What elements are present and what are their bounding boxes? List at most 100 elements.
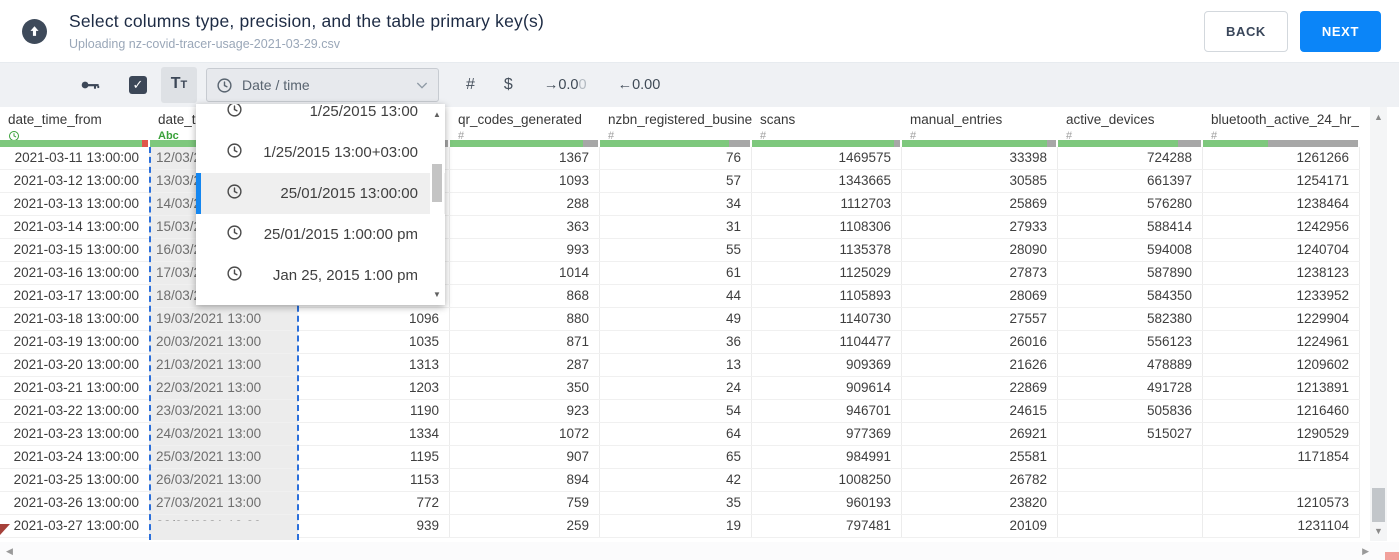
table-cell[interactable]: 907 xyxy=(450,446,600,468)
table-cell[interactable]: 27933 xyxy=(902,216,1058,238)
table-cell[interactable]: 977369 xyxy=(752,423,902,445)
table-cell[interactable]: 35 xyxy=(600,492,752,514)
table-cell[interactable]: 909369 xyxy=(752,354,902,376)
table-cell[interactable]: 594008 xyxy=(1058,239,1203,261)
table-cell[interactable]: 1112703 xyxy=(752,193,902,215)
table-cell[interactable]: 1343665 xyxy=(752,170,902,192)
table-cell[interactable]: 1238123 xyxy=(1203,262,1360,284)
table-cell[interactable]: 894 xyxy=(450,469,600,491)
table-cell[interactable]: 1190 xyxy=(298,400,450,422)
date-format-option[interactable]: Jan 25, 2015 1:00 pm xyxy=(196,255,445,296)
table-cell[interactable]: 1072 xyxy=(450,423,600,445)
table-cell[interactable]: 33398 xyxy=(902,147,1058,169)
date-format-option[interactable]: 1/25/2015 13:00 xyxy=(196,104,445,132)
column-header[interactable]: active_devices # xyxy=(1058,107,1203,140)
table-cell[interactable]: 2021-03-15 13:00:00 xyxy=(0,239,150,261)
table-cell[interactable]: 288 xyxy=(450,193,600,215)
table-cell[interactable]: 27557 xyxy=(902,308,1058,330)
table-cell[interactable]: 49 xyxy=(600,308,752,330)
table-cell[interactable]: 55 xyxy=(600,239,752,261)
table-cell[interactable]: 2021-03-18 13:00:00 xyxy=(0,308,150,330)
table-cell[interactable]: 960193 xyxy=(752,492,902,514)
table-cell[interactable]: 57 xyxy=(600,170,752,192)
table-cell[interactable]: 25581 xyxy=(902,446,1058,468)
table-cell[interactable]: 2021-03-11 13:00:00 xyxy=(0,147,150,169)
table-cell[interactable]: 880 xyxy=(450,308,600,330)
table-cell[interactable] xyxy=(1058,469,1203,491)
table-cell[interactable]: 1104477 xyxy=(752,331,902,353)
table-cell[interactable]: 350 xyxy=(450,377,600,399)
table-cell[interactable]: 1203 xyxy=(298,377,450,399)
table-cell[interactable]: 2021-03-21 13:00:00 xyxy=(0,377,150,399)
table-cell[interactable]: 61 xyxy=(600,262,752,284)
table-cell[interactable]: 2021-03-26 13:00:00 xyxy=(0,492,150,514)
table-cell[interactable]: 2021-03-17 13:00:00 xyxy=(0,285,150,307)
table-cell[interactable]: 588414 xyxy=(1058,216,1203,238)
table-cell[interactable]: 2021-03-23 13:00:00 xyxy=(0,423,150,445)
table-cell[interactable]: 1105893 xyxy=(752,285,902,307)
table-cell[interactable]: 54 xyxy=(600,400,752,422)
table-cell[interactable]: 1290529 xyxy=(1203,423,1360,445)
table-cell[interactable]: 1213891 xyxy=(1203,377,1360,399)
table-cell[interactable]: 661397 xyxy=(1058,170,1203,192)
table-cell[interactable]: 64 xyxy=(600,423,752,445)
scroll-up-icon[interactable]: ▲ xyxy=(1370,112,1387,122)
table-cell[interactable]: 1153 xyxy=(298,469,450,491)
number-type-button[interactable]: # xyxy=(466,76,475,94)
table-cell[interactable]: 2021-03-12 13:00:00 xyxy=(0,170,150,192)
table-cell[interactable]: 939 xyxy=(298,515,450,537)
include-column-checkbox[interactable]: ✓ xyxy=(129,76,147,94)
table-cell[interactable]: 1233952 xyxy=(1203,285,1360,307)
table-cell[interactable]: 23/03/2021 13:00 xyxy=(150,400,298,422)
table-cell[interactable]: 582380 xyxy=(1058,308,1203,330)
scroll-down-icon[interactable]: ▼ xyxy=(1370,526,1387,536)
table-cell[interactable]: 65 xyxy=(600,446,752,468)
table-cell[interactable]: 26016 xyxy=(902,331,1058,353)
column-header[interactable]: qr_codes_generated # xyxy=(450,107,600,140)
table-cell[interactable]: 22869 xyxy=(902,377,1058,399)
table-cell[interactable]: 2021-03-19 13:00:00 xyxy=(0,331,150,353)
primary-key-icon[interactable] xyxy=(80,77,102,93)
table-cell[interactable]: 1014 xyxy=(450,262,600,284)
date-format-option[interactable]: 1/25/2015 13:00+03:00 xyxy=(196,132,445,173)
table-cell[interactable]: 30585 xyxy=(902,170,1058,192)
table-cell[interactable]: 909614 xyxy=(752,377,902,399)
table-cell[interactable]: 24/03/2021 13:00 xyxy=(150,423,298,445)
table-cell[interactable] xyxy=(1058,492,1203,514)
table-cell[interactable]: 1093 xyxy=(450,170,600,192)
table-cell[interactable]: 584350 xyxy=(1058,285,1203,307)
decrease-decimal-button[interactable]: ← 0.00 xyxy=(618,77,661,93)
table-cell[interactable]: 1231104 xyxy=(1203,515,1360,537)
currency-type-button[interactable]: $ xyxy=(504,76,513,94)
table-cell[interactable]: 1261266 xyxy=(1203,147,1360,169)
table-cell[interactable]: 515027 xyxy=(1058,423,1203,445)
table-cell[interactable]: 287 xyxy=(450,354,600,376)
column-header[interactable]: nzbn_registered_busine # xyxy=(600,107,752,140)
scroll-left-icon[interactable]: ◀ xyxy=(6,546,13,557)
table-cell[interactable]: 26782 xyxy=(902,469,1058,491)
table-cell[interactable]: 2021-03-20 13:00:00 xyxy=(0,354,150,376)
horizontal-scrollbar[interactable]: ◀ ▶ xyxy=(0,542,1399,560)
table-cell[interactable]: 505836 xyxy=(1058,400,1203,422)
table-cell[interactable]: 21626 xyxy=(902,354,1058,376)
table-cell[interactable]: 26921 xyxy=(902,423,1058,445)
column-header[interactable]: manual_entries # xyxy=(902,107,1058,140)
table-cell[interactable]: 868 xyxy=(450,285,600,307)
table-cell[interactable]: 871 xyxy=(450,331,600,353)
table-cell[interactable] xyxy=(1058,515,1203,537)
table-cell[interactable]: 21/03/2021 13:00 xyxy=(150,354,298,376)
table-cell[interactable]: 34 xyxy=(600,193,752,215)
table-cell[interactable]: 23820 xyxy=(902,492,1058,514)
next-button[interactable]: NEXT xyxy=(1299,10,1381,52)
dropdown-scrollbar-thumb[interactable] xyxy=(432,164,442,202)
increase-decimal-button[interactable]: → 0.0 0 xyxy=(544,77,587,93)
table-cell[interactable]: 31 xyxy=(600,216,752,238)
table-cell[interactable]: 1008250 xyxy=(752,469,902,491)
table-cell[interactable]: 22/03/2021 13:00 xyxy=(150,377,298,399)
table-cell[interactable]: 1240704 xyxy=(1203,239,1360,261)
table-cell[interactable]: 25869 xyxy=(902,193,1058,215)
table-cell[interactable]: 797481 xyxy=(752,515,902,537)
dropdown-scrollbar[interactable]: ▲ ▼ xyxy=(430,104,444,305)
back-button[interactable]: BACK xyxy=(1203,10,1288,52)
table-cell[interactable]: 1469575 xyxy=(752,147,902,169)
